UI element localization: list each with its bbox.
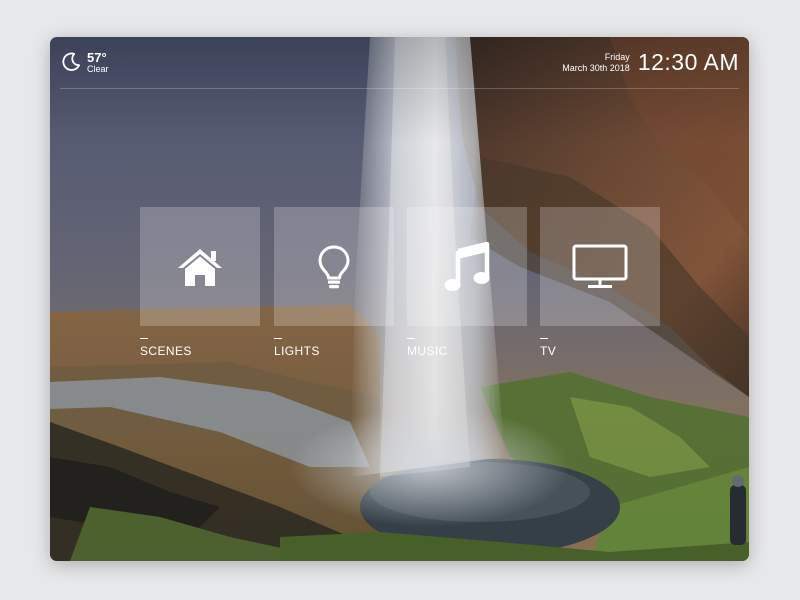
time-display: 12:30 AM: [637, 49, 739, 75]
tile-scenes-label: SCENES: [140, 344, 192, 358]
weather-widget[interactable]: 57° Clear: [60, 49, 109, 75]
tile-music[interactable]: MUSIC: [407, 207, 527, 358]
tile-scenes-box[interactable]: [140, 207, 260, 326]
tile-music-box[interactable]: [407, 207, 527, 326]
moon-icon: [62, 52, 80, 71]
tile-tv-label: TV: [540, 344, 557, 358]
tile-lights-dash: [274, 338, 282, 339]
tile-lights-label: LIGHTS: [274, 344, 320, 358]
tile-music-dash: [407, 338, 415, 339]
tile-lights-box[interactable]: [274, 207, 394, 326]
status-bar-divider: [60, 88, 739, 89]
tile-scenes-dash: [140, 338, 148, 339]
weather-temperature: 57°: [87, 49, 107, 65]
tile-tv-box[interactable]: [540, 207, 660, 326]
tile-scenes[interactable]: SCENES: [140, 207, 260, 358]
tile-lights[interactable]: LIGHTS: [274, 207, 394, 358]
date-display: Friday March 30th 2018: [562, 52, 630, 73]
control-panel-screen: 57° Clear Friday March 30th 2018 12:30 A…: [50, 37, 749, 561]
date-label: March 30th 2018: [562, 62, 630, 73]
main-menu-tiles: SCENES LIGHTS MUSIC TV: [140, 207, 660, 367]
status-bar: 57° Clear Friday March 30th 2018 12:30 A…: [50, 37, 749, 89]
tv-icon: [572, 244, 628, 288]
music-note-icon: [444, 241, 490, 291]
tile-music-label: MUSIC: [407, 344, 448, 358]
lightbulb-icon: [318, 245, 350, 288]
tile-tv[interactable]: TV: [540, 207, 660, 358]
day-label: Friday: [604, 52, 630, 63]
home-icon: [178, 248, 222, 286]
tile-tv-dash: [540, 338, 548, 339]
weather-condition: Clear: [87, 63, 109, 74]
clock-widget: Friday March 30th 2018 12:30 AM: [562, 49, 739, 76]
